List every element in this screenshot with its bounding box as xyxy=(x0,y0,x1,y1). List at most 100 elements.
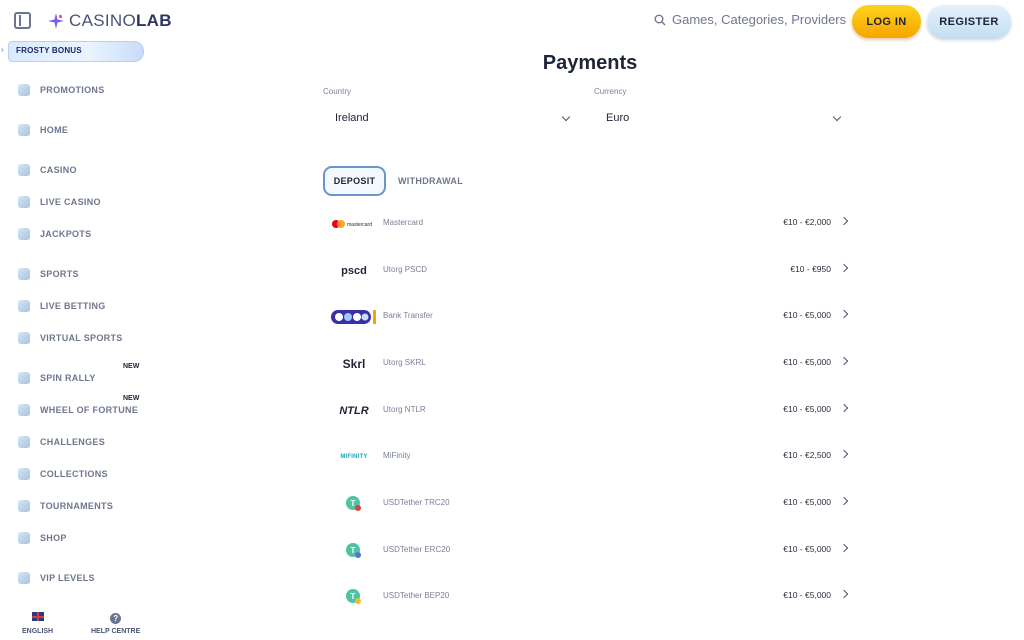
skrl-logo-text: Skrl xyxy=(342,357,366,371)
payment-method-range: €10 - €2,000 xyxy=(783,217,831,227)
sidebar-item-label: VIRTUAL SPORTS xyxy=(40,333,123,343)
payment-method-name: Utorg SKRL xyxy=(383,358,426,367)
tab-withdrawal[interactable]: WITHDRAWAL xyxy=(398,166,463,196)
shop-icon xyxy=(18,532,30,544)
sidebar-item-label: HOME xyxy=(40,125,69,135)
tether-erc20-icon: T xyxy=(331,539,377,563)
sidebar-item-label: SHOP xyxy=(40,533,67,543)
sidebar-item-collections[interactable]: COLLECTIONS xyxy=(18,468,108,480)
casinolab-logo[interactable]: CASINOLAB xyxy=(47,10,172,32)
sidebar-item-live-casino[interactable]: LIVE CASINO xyxy=(18,196,101,208)
logo-suffix: LAB xyxy=(135,11,172,30)
promo-banner[interactable]: FROSTY BONUS xyxy=(8,41,144,62)
login-button[interactable]: LOG IN xyxy=(852,5,921,38)
sidebar-item-jackpots[interactable]: JACKPOTS xyxy=(18,228,91,240)
chevron-right-icon xyxy=(839,496,849,506)
sidebar-item-label: COLLECTIONS xyxy=(40,469,108,479)
chevron-down-icon xyxy=(561,112,571,121)
payment-method-row[interactable]: mastercard Mastercard €10 - €2,000 xyxy=(323,204,853,244)
sports-icon xyxy=(18,268,30,280)
language-selector[interactable]: ENGLISH xyxy=(22,608,53,635)
sidebar-toggle-icon[interactable] xyxy=(14,12,31,29)
svg-text:T: T xyxy=(351,592,356,601)
payment-method-row[interactable]: Skrl Utorg SKRL €10 - €5,000 xyxy=(323,344,853,384)
megaphone-icon xyxy=(18,84,30,96)
payment-method-row[interactable]: MIFINITY MiFinity €10 - €2,500 xyxy=(323,437,853,477)
currency-select[interactable]: Euro xyxy=(594,103,852,133)
sidebar-item-label: VIP LEVELS xyxy=(40,573,95,583)
live-betting-icon xyxy=(18,300,30,312)
skrl-logo: Skrl xyxy=(331,352,377,376)
uk-flag-icon xyxy=(31,612,44,621)
mifinity-logo-text: MIFINITY xyxy=(340,454,368,460)
search-bar[interactable]: Games, Categories, Providers xyxy=(654,12,846,27)
sidebar-item-vip-levels[interactable]: VIP LEVELS xyxy=(18,572,95,584)
payment-method-row[interactable]: Bank Transfer €10 - €5,000 xyxy=(323,297,853,337)
payment-method-name: MiFinity xyxy=(383,451,411,460)
trophy-icon xyxy=(18,500,30,512)
sidebar-item-casino[interactable]: CASINO xyxy=(18,164,77,176)
virtual-sports-icon xyxy=(18,332,30,344)
sidebar-item-label: SPORTS xyxy=(40,269,79,279)
new-badge: NEW xyxy=(123,395,140,402)
sidebar-item-spin-rally[interactable]: SPIN RALLY xyxy=(18,372,96,384)
sidebar-item-label: PROMOTIONS xyxy=(40,85,105,95)
payment-method-range: €10 - €5,000 xyxy=(783,404,831,414)
search-icon xyxy=(654,14,666,25)
chevron-right-icon xyxy=(839,543,849,553)
payment-method-row[interactable]: pscd Utorg PSCD €10 - €950 xyxy=(323,251,853,291)
sidebar-item-home[interactable]: HOME xyxy=(18,124,68,136)
casino-chip-icon xyxy=(18,164,30,176)
register-button[interactable]: REGISTER xyxy=(927,5,1011,38)
sidebar-item-label: LIVE BETTING xyxy=(40,301,106,311)
top-header: CASINOLAB Games, Categories, Providers L… xyxy=(0,0,1024,42)
ntlr-logo-text: NTLR xyxy=(339,405,369,417)
sidebar-item-challenges[interactable]: CHALLENGES xyxy=(18,436,105,448)
currency-label: Currency xyxy=(594,87,627,96)
sidebar-item-label: CHALLENGES xyxy=(40,437,106,447)
payment-method-name: USDTether TRC20 xyxy=(383,498,450,507)
payment-method-row[interactable]: T USDTether ERC20 €10 - €5,000 xyxy=(323,531,853,571)
sidebar-item-tournaments[interactable]: TOURNAMENTS xyxy=(18,500,113,512)
sidebar-item-label: LIVE CASINO xyxy=(40,197,101,207)
new-badge: NEW xyxy=(123,363,140,370)
chevron-down-icon xyxy=(832,112,842,121)
page-title: Payments xyxy=(542,52,638,74)
logo-text: CASINOLAB xyxy=(69,11,172,31)
country-label: Country xyxy=(323,87,352,96)
payment-method-range: €10 - €950 xyxy=(790,264,831,274)
payment-method-row[interactable]: T USDTether BEP20 €10 - €5,000 xyxy=(323,577,853,617)
payment-method-range: €10 - €2,500 xyxy=(783,450,831,460)
sidebar-item-shop[interactable]: SHOP xyxy=(18,532,67,544)
country-select[interactable]: Ireland xyxy=(323,103,581,133)
challenges-icon xyxy=(18,436,30,448)
payment-method-row[interactable]: NTLR Utorg NTLR €10 - €5,000 xyxy=(323,391,853,431)
payment-method-range: €10 - €5,000 xyxy=(783,497,831,507)
payment-method-row[interactable]: T USDTether TRC20 €10 - €5,000 xyxy=(323,484,853,524)
mifinity-logo: MIFINITY xyxy=(331,445,377,469)
sidebar-item-sports[interactable]: SPORTS xyxy=(18,268,79,280)
promo-arrow-icon: › xyxy=(1,45,4,54)
sidebar-item-label: SPIN RALLY xyxy=(40,373,96,383)
chevron-right-icon xyxy=(839,309,849,319)
chevron-right-icon xyxy=(839,403,849,413)
tab-deposit[interactable]: DEPOSIT xyxy=(323,166,386,196)
country-value: Ireland xyxy=(335,112,369,124)
mastercard-logo-text: mastercard xyxy=(347,222,372,228)
tether-trc20-icon: T xyxy=(331,492,377,516)
sidebar-item-promotions[interactable]: PROMOTIONS xyxy=(18,84,105,96)
pscd-logo-text: pscd xyxy=(341,265,367,277)
sidebar-item-wheel-of-fortune[interactable]: WHEEL OF FORTUNE xyxy=(18,404,138,416)
help-icon: ? xyxy=(110,613,122,624)
sidebar-item-virtual-sports[interactable]: VIRTUAL SPORTS xyxy=(18,332,123,344)
sidebar-item-label: CASINO xyxy=(40,165,77,175)
help-centre-link[interactable]: ? HELP CENTRE xyxy=(91,608,140,635)
svg-text:T: T xyxy=(351,546,356,555)
payment-method-name: Utorg PSCD xyxy=(383,265,428,274)
sidebar-item-label: TOURNAMENTS xyxy=(40,501,114,511)
chevron-right-icon xyxy=(839,449,849,459)
search-placeholder: Games, Categories, Providers xyxy=(672,12,847,27)
payment-method-name: Mastercard xyxy=(383,218,424,227)
payment-method-range: €10 - €5,000 xyxy=(783,590,831,600)
sidebar-item-live-betting[interactable]: LIVE BETTING xyxy=(18,300,106,312)
